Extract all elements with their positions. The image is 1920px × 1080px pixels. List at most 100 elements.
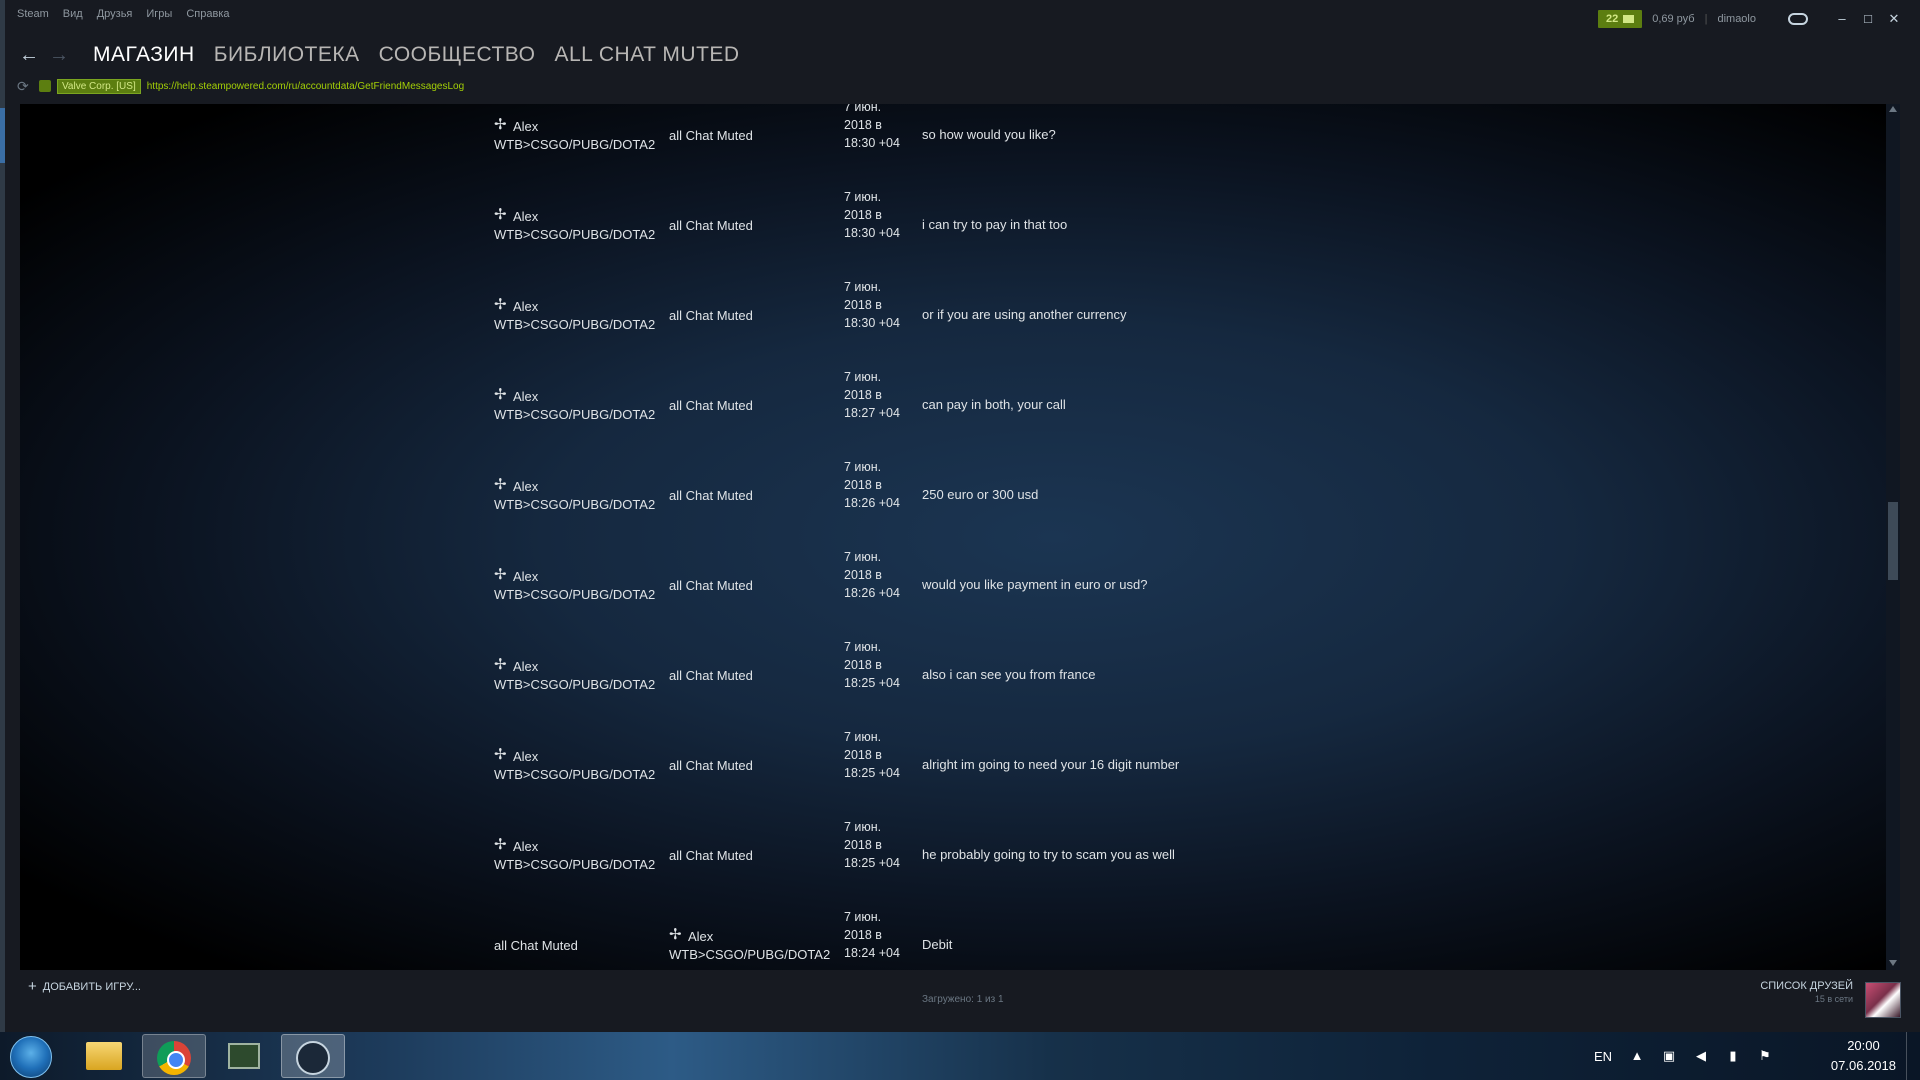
- clock-time: 20:00: [1847, 1038, 1880, 1053]
- user-badge-icon: [494, 296, 508, 314]
- table-row: Alex WTB>CSGO/PUBG/DOTA2 all Chat Muted 7 …: [494, 448, 1394, 538]
- reload-icon[interactable]: ⟳: [17, 78, 33, 95]
- username[interactable]: dimaolo: [1717, 13, 1756, 25]
- message-cell: so how would you like?: [922, 127, 1056, 142]
- maximize-icon[interactable]: □: [1860, 11, 1876, 27]
- user-badge-icon: [494, 476, 508, 494]
- user-badge-icon: [494, 656, 508, 674]
- scrollbar[interactable]: [1886, 104, 1900, 970]
- menu-games[interactable]: Игры: [146, 8, 172, 28]
- page-content: Alex WTB>CSGO/PUBG/DOTA2 all Chat Muted 7 …: [20, 104, 1900, 970]
- back-arrow-icon[interactable]: ←: [17, 43, 41, 67]
- network-icon[interactable]: ▮: [1726, 1049, 1740, 1063]
- receiver-cell: all Chat Muted: [669, 487, 839, 505]
- wallet-balance: 0,69 руб: [1652, 13, 1695, 25]
- url-bar: ⟳ Valve Corp. [US] https://help.steampow…: [17, 77, 464, 95]
- date-cell: 7 июн. 2018 в 18:24 +04: [844, 910, 900, 960]
- download-status[interactable]: Загружено: 1 из 1: [922, 994, 1004, 1005]
- sender-cell: Alex WTB>CSGO/PUBG/DOTA2: [494, 476, 664, 514]
- menu-view[interactable]: Вид: [63, 8, 83, 28]
- add-game-button[interactable]: + ДОБАВИТЬ ИГРУ...: [28, 978, 141, 995]
- receiver-cell: all Chat Muted: [669, 127, 839, 145]
- menu-friends[interactable]: Друзья: [97, 8, 133, 28]
- device-icon[interactable]: ▣: [1662, 1049, 1676, 1063]
- table-row: Alex WTB>CSGO/PUBG/DOTA2 all Chat Muted 7 …: [494, 628, 1394, 718]
- friends-online-count: 15 в сети: [1814, 994, 1853, 1004]
- clock-date: 07.06.2018: [1830, 1058, 1896, 1073]
- tab-profile[interactable]: ALL CHAT MUTED: [554, 43, 739, 67]
- clock[interactable]: 20:00 07.06.2018: [1831, 1036, 1896, 1076]
- person-name: Alex WTB>CSGO/PUBG/DOTA2: [494, 659, 656, 692]
- minimize-icon[interactable]: –: [1834, 11, 1850, 27]
- scroll-down-icon[interactable]: [1889, 960, 1897, 966]
- person-name: all Chat Muted: [494, 938, 578, 953]
- message-cell: 250 euro or 300 usd: [922, 487, 1039, 502]
- sender-cell: all Chat Muted: [494, 937, 664, 955]
- receiver-cell: all Chat Muted: [669, 307, 839, 325]
- scrollbar-thumb[interactable]: [1888, 502, 1898, 580]
- date-cell: 7 июн. 2018 в 18:30 +04: [844, 104, 900, 150]
- big-picture-gamepad-icon[interactable]: [1788, 13, 1808, 25]
- menu-help[interactable]: Справка: [186, 8, 229, 28]
- person-name: all Chat Muted: [669, 578, 753, 593]
- date-cell: 7 июн. 2018 в 18:27 +04: [844, 370, 900, 420]
- sender-cell: Alex WTB>CSGO/PUBG/DOTA2: [494, 116, 664, 154]
- table-row: Alex WTB>CSGO/PUBG/DOTA2 all Chat Muted 7 …: [494, 538, 1394, 628]
- tab-library[interactable]: БИБЛИОТЕКА: [214, 43, 360, 67]
- table-row: Alex WTB>CSGO/PUBG/DOTA2 all Chat Muted 7 …: [494, 808, 1394, 898]
- message-cell: Debit: [922, 937, 953, 952]
- plus-icon: +: [28, 978, 37, 995]
- tab-store[interactable]: МАГАЗИН: [93, 43, 195, 67]
- message-cell: or if you are using another currency: [922, 307, 1127, 322]
- avatar[interactable]: [1865, 982, 1901, 1018]
- sender-cell: Alex WTB>CSGO/PUBG/DOTA2: [494, 566, 664, 604]
- receiver-cell: all Chat Muted: [669, 217, 839, 235]
- message-cell: can pay in both, your call: [922, 397, 1066, 412]
- message-cell: would you like payment in euro or usd?: [922, 577, 1148, 592]
- start-button[interactable]: [10, 1036, 52, 1078]
- person-name: all Chat Muted: [669, 218, 753, 233]
- url-text[interactable]: https://help.steampowered.com/ru/account…: [147, 81, 464, 92]
- steam-window: Steam Вид Друзья Игры Справка 22 0,69 ру…: [5, 0, 1920, 1032]
- sender-cell: Alex WTB>CSGO/PUBG/DOTA2: [494, 386, 664, 424]
- receiver-cell: all Chat Muted: [669, 577, 839, 595]
- steam-taskbar-icon[interactable]: [281, 1034, 345, 1078]
- close-icon[interactable]: ✕: [1886, 11, 1902, 27]
- action-center-flag-icon[interactable]: ⚑: [1758, 1049, 1772, 1063]
- table-row: all Chat Muted Alex WTB>CSGO/PUBG/DOTA2 7 …: [494, 898, 1394, 970]
- terminal-taskbar-icon[interactable]: [212, 1034, 276, 1078]
- person-name: Alex WTB>CSGO/PUBG/DOTA2: [494, 749, 656, 782]
- show-desktop-button[interactable]: [1906, 1032, 1920, 1080]
- user-badge-icon: [494, 566, 508, 584]
- person-name: all Chat Muted: [669, 848, 753, 863]
- add-game-label: ДОБАВИТЬ ИГРУ...: [42, 980, 141, 993]
- menu-steam[interactable]: Steam: [17, 8, 49, 28]
- table-row: Alex WTB>CSGO/PUBG/DOTA2 all Chat Muted 7 …: [494, 104, 1394, 178]
- date-cell: 7 июн. 2018 в 18:25 +04: [844, 640, 900, 690]
- person-name: Alex WTB>CSGO/PUBG/DOTA2: [494, 839, 656, 872]
- lock-icon: [39, 80, 51, 92]
- language-indicator[interactable]: EN: [1594, 1049, 1612, 1064]
- notifications-button[interactable]: 22: [1597, 10, 1643, 28]
- certificate-badge[interactable]: Valve Corp. [US]: [57, 78, 141, 94]
- chrome-taskbar-icon[interactable]: [142, 1034, 206, 1078]
- tab-community[interactable]: СООБЩЕСТВО: [379, 43, 536, 67]
- date-cell: 7 июн. 2018 в 18:26 +04: [844, 460, 900, 510]
- explorer-taskbar-icon[interactable]: [72, 1034, 136, 1078]
- user-badge-icon: [669, 926, 683, 944]
- windows-taskbar: EN ▲ ▣ ◀ ▮ ⚑ 20:00 07.06.2018: [0, 1032, 1920, 1080]
- forward-arrow-icon[interactable]: →: [47, 43, 71, 67]
- scroll-up-icon[interactable]: [1889, 106, 1897, 112]
- message-log-table: Alex WTB>CSGO/PUBG/DOTA2 all Chat Muted 7 …: [494, 104, 1394, 970]
- show-hidden-icons-icon[interactable]: ▲: [1630, 1049, 1644, 1063]
- system-tray: EN ▲ ▣ ◀ ▮ ⚑: [1594, 1032, 1860, 1080]
- friends-list-button[interactable]: СПИСОК ДРУЗЕЙ 15 в сети: [1760, 980, 1853, 1004]
- date-cell: 7 июн. 2018 в 18:30 +04: [844, 280, 900, 330]
- user-badge-icon: [494, 836, 508, 854]
- table-row: Alex WTB>CSGO/PUBG/DOTA2 all Chat Muted 7 …: [494, 358, 1394, 448]
- receiver-cell: all Chat Muted: [669, 667, 839, 685]
- table-row: Alex WTB>CSGO/PUBG/DOTA2 all Chat Muted 7 …: [494, 718, 1394, 808]
- bottom-bar: + ДОБАВИТЬ ИГРУ... Загружено: 1 из 1 СПИ…: [20, 972, 1915, 1030]
- receiver-cell: Alex WTB>CSGO/PUBG/DOTA2: [669, 926, 839, 964]
- volume-icon[interactable]: ◀: [1694, 1049, 1708, 1063]
